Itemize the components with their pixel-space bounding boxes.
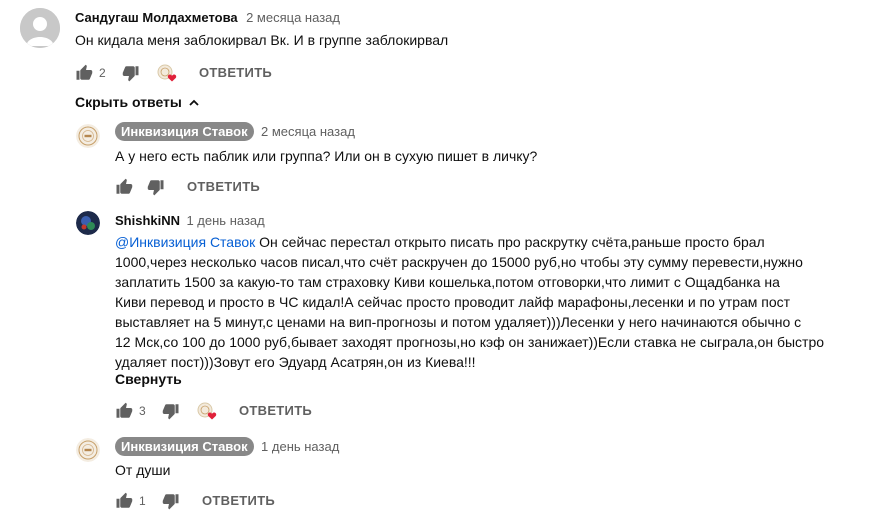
dislike-icon[interactable] [147,178,165,196]
reply3-text: От души [115,462,171,478]
reply3-like-count: 1 [139,494,146,508]
dislike-icon[interactable] [162,402,180,420]
collapse-button[interactable]: Свернуть [115,371,182,387]
reply2-author[interactable]: ShishkiNN [115,213,180,228]
reply2-line-1-text: Он сейчас перестал открыто писать про ра… [255,234,765,250]
reply2-line-4: Киви перевод и просто в ЧС кидал!А сейча… [115,294,791,310]
reply3-reply-button[interactable]: ОТВЕТИТЬ [202,493,275,508]
reply2-like-count: 3 [139,404,146,418]
comment1-time[interactable]: 2 месяца назад [246,10,340,25]
channel-logo-icon [76,438,100,462]
channel-logo-icon [76,124,100,148]
reply1-reply-button[interactable]: ОТВЕТИТЬ [187,179,260,194]
reply2-reply-button[interactable]: ОТВЕТИТЬ [239,403,312,418]
reply2-line-7: удаляет пост)))Зовут его Эдуард Асатрян,… [115,354,476,370]
reply2-line-5: выставляет на 5 минут,с ценами на вип-пр… [115,314,802,330]
reply2-time[interactable]: 1 день назад [186,213,264,228]
comment1-text: Он кидала меня заблокирвал Вк. И в групп… [75,32,449,48]
like-icon[interactable] [115,178,133,196]
like-icon[interactable] [115,492,133,510]
reply2-line-3: заплатить 1500 за какую-то там страховку… [115,274,780,290]
default-avatar-icon [20,8,60,48]
comment1-author[interactable]: Сандугаш Молдахметова [75,10,238,25]
avatar-reply2[interactable] [76,211,100,235]
reply2-text: @Инквизиция Ставок Он сейчас перестал от… [115,232,855,372]
reply2-header: ShishkiNN 1 день назад [115,212,265,230]
reply2-line-1: @Инквизиция Ставок Он сейчас перестал от… [115,232,855,252]
reply2-line-6: 12 Мск,со 100 до 1000 руб,бывает заходят… [115,334,825,350]
comment1-like-count: 2 [99,66,106,80]
reply1-text: А у него есть паблик или группа? Или он … [115,148,538,164]
avatar-comment1[interactable] [20,8,60,48]
reply1-header: Инквизиция Ставок 2 месяца назад [115,122,355,141]
dislike-icon[interactable] [122,64,140,82]
reply2-line-2: 1000,через несколько часов писал,что счё… [115,254,803,270]
comment1-header: Сандугаш Молдахметова 2 месяца назад [75,9,340,27]
hide-replies-toggle[interactable]: Скрыть ответы [75,94,200,110]
comment1-reply-button[interactable]: ОТВЕТИТЬ [199,65,272,80]
mention-link[interactable]: @Инквизиция Ставок [115,234,255,250]
avatar-reply1[interactable] [76,124,100,148]
reply1-author-badge[interactable]: Инквизиция Ставок [115,122,254,141]
avatar-reply3[interactable] [76,438,100,462]
chevron-up-icon [188,97,200,109]
reply3-author-badge[interactable]: Инквизиция Ставок [115,437,254,456]
reply1-time[interactable]: 2 месяца назад [261,124,355,139]
hide-replies-label: Скрыть ответы [75,94,182,110]
reply3-time[interactable]: 1 день назад [261,439,339,454]
user-avatar-icon [76,211,100,235]
creator-heart-icon [157,64,177,82]
dislike-icon[interactable] [162,492,180,510]
reply3-header: Инквизиция Ставок 1 день назад [115,437,339,456]
creator-heart-icon [197,402,217,420]
like-icon[interactable] [115,402,133,420]
like-icon[interactable] [75,64,93,82]
